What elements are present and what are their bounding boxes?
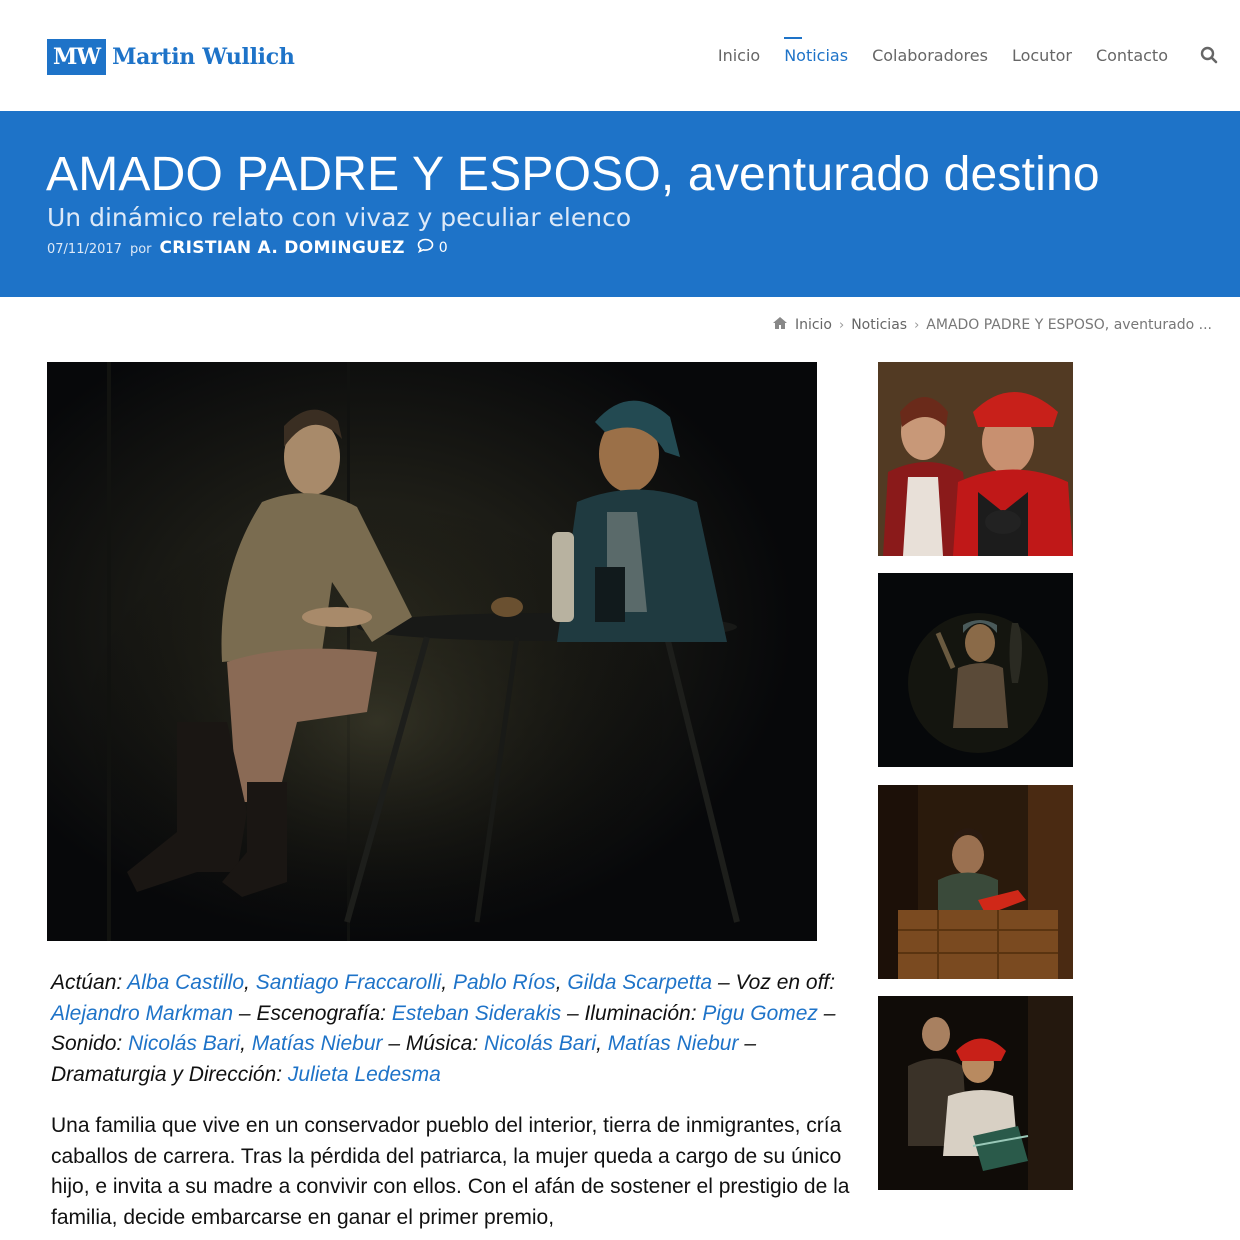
credit-role-text: , <box>244 971 256 994</box>
credit-role-text: – Escenografía: <box>233 1001 392 1025</box>
chevron-right-icon: › <box>914 317 920 333</box>
author-link[interactable]: CRISTIAN A. DOMINGUEZ <box>160 238 405 258</box>
credit-role-text: , <box>441 971 453 994</box>
article-body-paragraph: Una familia que vive en un conservador p… <box>51 1114 850 1229</box>
site-logo[interactable]: MW Martin Wullich <box>47 39 295 75</box>
credit-role-text: , <box>555 971 568 994</box>
breadcrumb-section[interactable]: Noticias <box>851 317 907 333</box>
credit-name-link[interactable]: Julieta Ledesma <box>288 1063 441 1086</box>
main-nav: Inicio Noticias Colaboradores Locutor Co… <box>718 37 1168 65</box>
page-subtitle: Un dinámico relato con vivaz y peculiar … <box>47 203 632 232</box>
credit-name-link[interactable]: Alejandro Markman <box>51 1002 233 1025</box>
comments-link[interactable]: 0 <box>417 238 448 257</box>
credit-role-text: – Música: <box>382 1032 485 1055</box>
breadcrumb-home[interactable]: Inicio <box>795 317 832 333</box>
nav-item-colaboradores[interactable]: Colaboradores <box>872 46 988 65</box>
credit-name-link[interactable]: Pablo Ríos <box>453 971 556 994</box>
nav-item-inicio[interactable]: Inicio <box>718 46 760 65</box>
gallery-thumbnail[interactable] <box>878 996 1073 1190</box>
gallery-thumbnail[interactable] <box>878 785 1073 979</box>
search-icon[interactable] <box>1200 46 1220 66</box>
main-article-photo[interactable] <box>47 362 817 941</box>
title-band: AMADO PADRE Y ESPOSO, aventurado destino… <box>0 111 1240 297</box>
chevron-right-icon: › <box>838 317 845 333</box>
credit-role-text: – Iluminación: <box>561 1001 703 1025</box>
credit-role-text: Actúan: <box>51 971 128 994</box>
credit-name-link[interactable]: Santiago Fraccarolli <box>256 971 442 994</box>
breadcrumb-current: AMADO PADRE Y ESPOSO, aventurado ... <box>926 317 1212 333</box>
post-meta: 07/11/2017 por CRISTIAN A. DOMINGUEZ 0 <box>47 238 448 258</box>
credit-name-link[interactable]: Alba Castillo <box>127 971 244 994</box>
nav-item-locutor[interactable]: Locutor <box>1012 46 1072 65</box>
credit-name-link[interactable]: Nicolás Bari <box>484 1032 596 1055</box>
comment-icon <box>417 238 434 257</box>
credits-paragraph: Actúan: Alba Castillo, Santiago Fraccaro… <box>51 968 841 1090</box>
home-icon[interactable] <box>772 316 788 334</box>
page-title: AMADO PADRE Y ESPOSO, aventurado destino <box>46 148 1100 201</box>
gallery-thumbnail[interactable] <box>878 573 1073 767</box>
by-label: por <box>129 242 152 257</box>
credit-name-link[interactable]: Matías Niebur <box>252 1032 383 1055</box>
post-date: 07/11/2017 <box>47 242 122 257</box>
nav-item-noticias[interactable]: Noticias <box>784 37 848 65</box>
logo-mark: MW <box>47 39 107 75</box>
comment-count: 0 <box>438 239 448 256</box>
credit-name-link[interactable]: Esteban Siderakis <box>392 1002 561 1025</box>
nav-item-contacto[interactable]: Contacto <box>1096 46 1168 65</box>
credit-role-text: – Voz en off: <box>712 971 836 994</box>
credit-name-link[interactable]: Matías Niebur <box>608 1032 739 1055</box>
credit-name-link[interactable]: Nicolás Bari <box>128 1032 240 1055</box>
credit-name-link[interactable]: Gilda Scarpetta <box>567 971 712 994</box>
credit-role-text: , <box>596 1032 608 1055</box>
site-header: MW Martin Wullich Inicio Noticias Colabo… <box>0 0 1240 111</box>
breadcrumb: Inicio › Noticias › AMADO PADRE Y ESPOSO… <box>772 316 1212 334</box>
credit-role-text: , <box>240 1032 252 1055</box>
logo-name: Martin Wullich <box>112 44 295 70</box>
gallery-thumbnail[interactable] <box>878 362 1073 556</box>
credit-name-link[interactable]: Pigu Gomez <box>702 1002 818 1025</box>
